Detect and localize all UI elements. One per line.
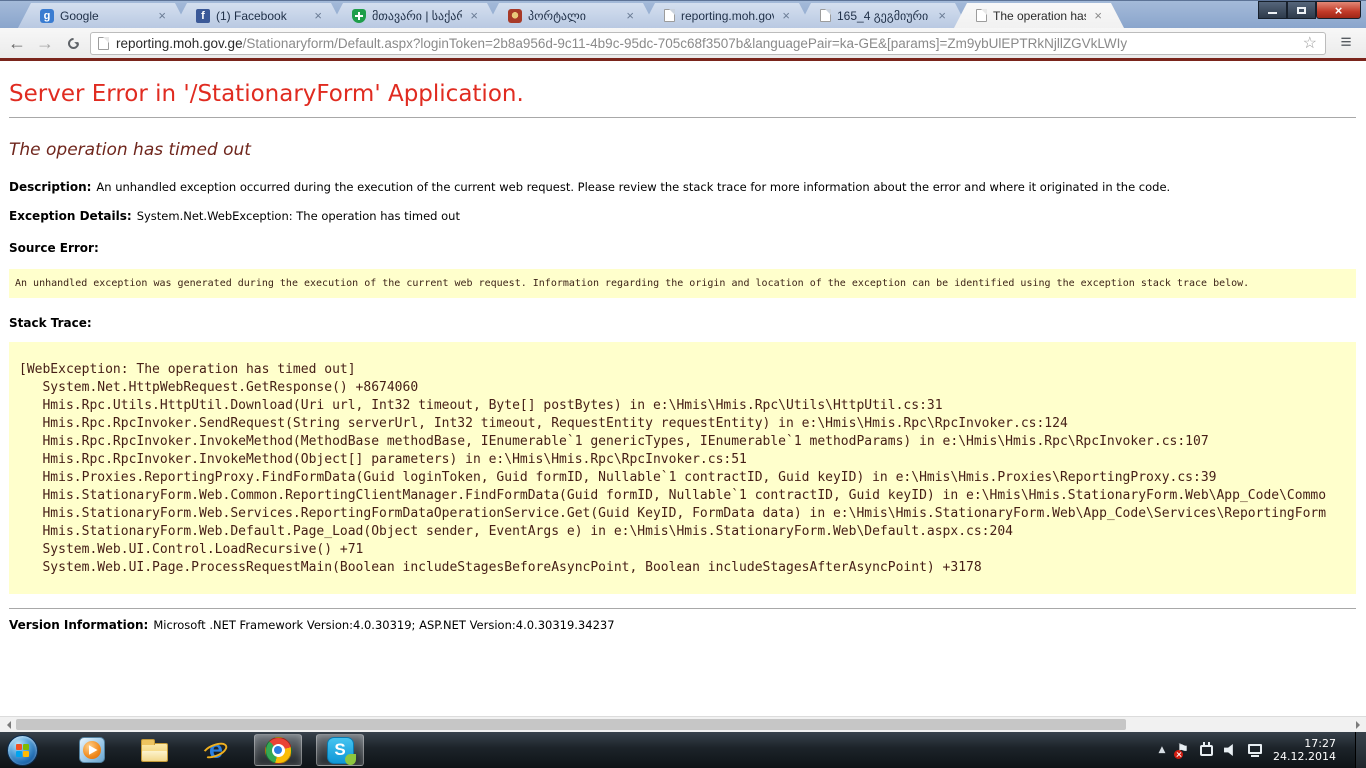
- shield-favicon: [352, 9, 366, 23]
- menu-button[interactable]: ≡: [1332, 32, 1360, 54]
- url-path: /Stationaryform/Default.aspx?loginToken=…: [243, 36, 1128, 51]
- exception-details-text: System.Net.WebException: The operation h…: [137, 209, 460, 223]
- page-viewport: Server Error in '/StationaryForm' Applic…: [0, 61, 1366, 716]
- tab-close-icon[interactable]: ×: [624, 9, 636, 22]
- tab-close-icon[interactable]: ×: [936, 9, 948, 22]
- speaker-icon[interactable]: [1224, 744, 1237, 757]
- tab-label: პორტალი: [528, 9, 618, 23]
- page-favicon: [664, 9, 675, 22]
- facebook-favicon: f: [196, 9, 210, 23]
- error-subtitle: The operation has timed out: [9, 140, 1356, 160]
- exception-details-label: Exception Details:: [9, 209, 132, 223]
- asp-net-error-page: Server Error in '/StationaryForm' Applic…: [0, 61, 1366, 632]
- chrome-icon: [265, 737, 292, 764]
- tab-close-icon[interactable]: ×: [468, 9, 480, 22]
- page-favicon: [976, 9, 987, 22]
- minimize-button[interactable]: [1258, 1, 1287, 19]
- browser-tab-bar: g Google × f (1) Facebook × მთავარი | სა…: [0, 0, 1366, 28]
- back-button[interactable]: ←: [6, 34, 28, 52]
- tray-expand-icon[interactable]: ▲: [1159, 745, 1166, 755]
- system-tray: ▲ ⚑ 17:27 24.12.2014: [1159, 732, 1366, 768]
- divider: [9, 608, 1356, 609]
- reload-button[interactable]: [62, 38, 84, 49]
- page-favicon: [98, 37, 109, 50]
- emblem-favicon: [508, 9, 522, 23]
- stack-trace-text: [WebException: The operation has timed o…: [9, 342, 1356, 594]
- google-favicon: g: [40, 9, 54, 23]
- tab-label: (1) Facebook: [216, 9, 306, 23]
- version-information-text: Microsoft .NET Framework Version:4.0.303…: [153, 618, 614, 632]
- clock-time: 17:27: [1273, 737, 1336, 750]
- tab-close-icon[interactable]: ×: [1092, 9, 1104, 22]
- close-icon: ×: [1335, 3, 1343, 18]
- tab-portali[interactable]: პორტალი ×: [486, 3, 656, 28]
- bookmark-star-icon[interactable]: ☆: [1302, 33, 1318, 53]
- forward-button[interactable]: →: [34, 34, 56, 52]
- windows-taskbar: e S ▲ ⚑ 17:27 24.12.2014: [0, 732, 1366, 768]
- tab-mtavari[interactable]: მთავარი | საქართვე ×: [330, 3, 500, 28]
- maximize-button[interactable]: [1287, 1, 1316, 19]
- url-text: reporting.moh.gov.ge/Stationaryform/Defa…: [116, 36, 1295, 51]
- address-bar[interactable]: reporting.moh.gov.ge/Stationaryform/Defa…: [90, 32, 1326, 55]
- tab-close-icon[interactable]: ×: [312, 9, 324, 22]
- window-controls: ×: [1258, 1, 1361, 19]
- stack-trace-label: Stack Trace:: [9, 316, 1356, 330]
- taskbar-clock[interactable]: 17:27 24.12.2014: [1273, 737, 1342, 763]
- horizontal-scrollbar-thumb[interactable]: [16, 719, 1126, 730]
- tab-label: reporting.moh.gov.ge: [681, 9, 774, 23]
- start-button[interactable]: [2, 735, 42, 766]
- divider: [9, 117, 1356, 118]
- tab-label: მთავარი | საქართვე: [372, 9, 462, 23]
- reload-icon: [65, 35, 81, 51]
- browser-toolbar: ← → reporting.moh.gov.ge/Stationaryform/…: [0, 28, 1366, 58]
- internet-explorer-icon: e: [202, 736, 230, 764]
- minimize-icon: [1268, 12, 1277, 14]
- show-desktop-button[interactable]: [1355, 732, 1366, 768]
- network-icon[interactable]: [1248, 744, 1262, 754]
- page-title: Server Error in '/StationaryForm' Applic…: [9, 81, 1356, 107]
- skype-icon: S: [327, 737, 354, 764]
- exception-details-line: Exception Details: System.Net.WebExceptio…: [9, 209, 1356, 223]
- source-error-box: An unhandled exception was generated dur…: [9, 269, 1356, 298]
- windows-start-orb-icon: [7, 735, 38, 766]
- tab-label: 165_4 გეგმიური ქირ: [837, 9, 930, 23]
- tab-close-icon[interactable]: ×: [780, 9, 792, 22]
- power-plug-icon[interactable]: [1200, 745, 1213, 756]
- page-favicon: [820, 9, 831, 22]
- description-text: An unhandled exception occurred during t…: [96, 180, 1170, 194]
- horizontal-scrollbar[interactable]: [0, 716, 1366, 732]
- scroll-left-arrow-icon[interactable]: [0, 717, 16, 732]
- taskbar-item-explorer[interactable]: [130, 734, 178, 766]
- taskbar-item-internet-explorer[interactable]: e: [192, 734, 240, 766]
- tab-label: The operation has tim: [993, 9, 1086, 23]
- taskbar-item-media-player[interactable]: [68, 734, 116, 766]
- tab-close-icon[interactable]: ×: [156, 9, 168, 22]
- tab-facebook[interactable]: f (1) Facebook ×: [174, 3, 344, 28]
- taskbar-item-chrome-active[interactable]: [254, 734, 302, 766]
- taskbar-item-skype-active[interactable]: S: [316, 734, 364, 766]
- version-information-label: Version Information:: [9, 618, 148, 632]
- scroll-right-arrow-icon[interactable]: [1350, 717, 1366, 732]
- action-center-flag-icon[interactable]: ⚑: [1176, 743, 1189, 757]
- media-player-icon: [79, 737, 105, 763]
- folder-icon: [141, 743, 168, 762]
- source-error-label: Source Error:: [9, 241, 1356, 255]
- clock-date: 24.12.2014: [1273, 750, 1336, 763]
- description-line: Description: An unhandled exception occur…: [9, 180, 1356, 194]
- tab-google[interactable]: g Google ×: [18, 3, 188, 28]
- tab-165-4[interactable]: 165_4 გეგმიური ქირ ×: [798, 3, 968, 28]
- maximize-icon: [1297, 7, 1306, 14]
- close-button[interactable]: ×: [1316, 1, 1361, 19]
- tab-reporting[interactable]: reporting.moh.gov.ge ×: [642, 3, 812, 28]
- version-information-line: Version Information: Microsoft .NET Frame…: [9, 618, 1356, 632]
- description-label: Description:: [9, 180, 91, 194]
- tab-operation-timed-out-active[interactable]: The operation has tim ×: [954, 3, 1124, 28]
- url-host: reporting.moh.gov.ge: [116, 36, 243, 51]
- tab-label: Google: [60, 9, 150, 23]
